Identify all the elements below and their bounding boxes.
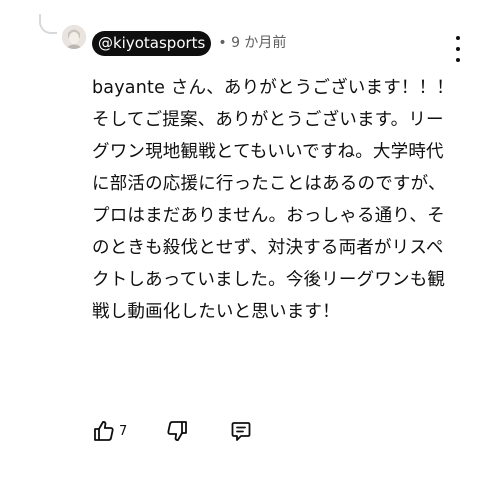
comment-text-line: プロはまだありません。おっしゃる通り、そ bbox=[92, 206, 445, 226]
dislike-button[interactable] bbox=[165, 419, 189, 443]
more-options-button[interactable] bbox=[450, 36, 466, 62]
thumbs-up-icon bbox=[94, 421, 114, 441]
comment-time[interactable]: • 9 か月前 bbox=[218, 34, 286, 52]
thumbs-down-icon bbox=[167, 421, 188, 441]
like-count: 7 bbox=[119, 423, 128, 439]
reply-button[interactable] bbox=[229, 419, 253, 443]
thread-connector bbox=[39, 14, 57, 34]
like-button[interactable]: 7 bbox=[92, 419, 127, 443]
comment-actions: 7 bbox=[92, 416, 253, 446]
more-vertical-icon bbox=[456, 36, 460, 40]
avatar[interactable] bbox=[62, 25, 86, 49]
comment-reply: @kiyotasports • 9 か月前 bayante さん、ありがとうござ… bbox=[0, 0, 491, 491]
comment-text-line: に部活の応援に行ったことはあるのですが、 bbox=[92, 174, 446, 194]
more-vertical-icon-dot bbox=[456, 47, 460, 51]
comment-text-line: グワン現地観戦とてもいいですね。大学時代 bbox=[92, 142, 444, 162]
more-vertical-icon-dot bbox=[456, 58, 460, 62]
comment-header: @kiyotasports • 9 か月前 bbox=[92, 28, 286, 58]
comment-text-line: そしてご提案、ありがとうございます。リー bbox=[92, 110, 444, 130]
comment-text-line: 戦し動画化したいと思います！ bbox=[92, 302, 340, 322]
comment-text-line: bayante さん、ありがとうございます！！！ bbox=[92, 78, 454, 98]
comment-text-line: のときも殺伐とせず、対決する両者がリスペ bbox=[92, 238, 444, 258]
comment-text-line: クトしあっていました。今後リーグワンも観 bbox=[92, 270, 446, 290]
reply-icon bbox=[231, 422, 251, 441]
comment-text: bayante さん、ありがとうございます！！！ そしてご提案、ありがとうござい… bbox=[92, 72, 454, 328]
avatar-image bbox=[62, 25, 86, 49]
author-handle[interactable]: @kiyotasports bbox=[92, 30, 212, 56]
